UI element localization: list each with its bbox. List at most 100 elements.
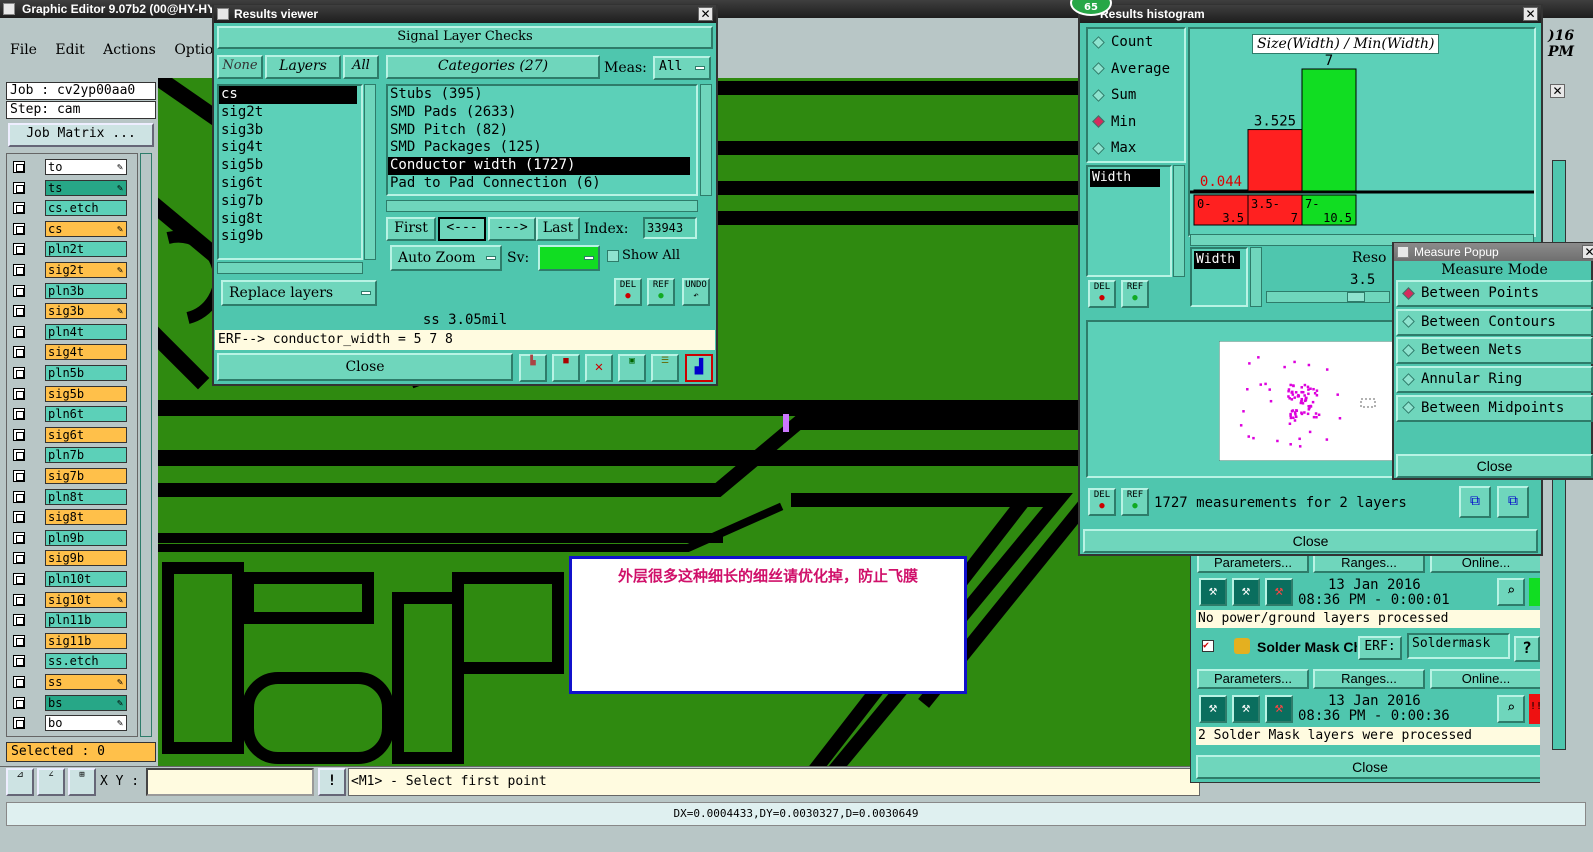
histogram-option[interactable]: Min xyxy=(1088,109,1184,136)
cl-run-icon-2a[interactable]: ⚒ xyxy=(1199,695,1227,723)
cl-online-button-2[interactable]: Online... xyxy=(1430,669,1542,689)
cl-erf-button[interactable]: ERF: xyxy=(1358,636,1402,660)
cl-erf-input[interactable]: Soldermask xyxy=(1407,633,1510,659)
layer-checkbox[interactable] xyxy=(13,449,25,462)
hist-export-icon-2[interactable]: ⧉ xyxy=(1497,486,1529,518)
rv-sv-color[interactable] xyxy=(538,245,600,271)
rv-layer-item[interactable]: sig3b xyxy=(219,122,357,140)
hist-del-button-2[interactable]: DEL ● xyxy=(1088,488,1116,516)
rv-category-item[interactable]: SMD Pitch (82) xyxy=(388,122,690,140)
histogram-option[interactable]: Sum xyxy=(1088,82,1184,109)
rv-all-button[interactable]: All xyxy=(343,55,379,79)
rv-category-scroll[interactable] xyxy=(700,84,712,196)
rv-dim-icon[interactable]: ▙ xyxy=(519,354,547,382)
measure-mode-option[interactable]: Between Points xyxy=(1396,280,1593,307)
layer-checkbox[interactable] xyxy=(13,243,25,256)
rv-layer-item[interactable]: sig4t xyxy=(219,139,357,157)
histogram-width-item[interactable]: Width xyxy=(1090,169,1160,187)
alert-icon[interactable]: ! xyxy=(318,768,346,796)
hist-ref-button-2[interactable]: REF ● xyxy=(1121,488,1149,516)
rv-prev-button[interactable]: <--- xyxy=(438,217,486,241)
rv-layer-item[interactable]: sig5b xyxy=(219,157,357,175)
layer-checkbox[interactable] xyxy=(13,470,25,482)
layer-row[interactable]: drl xyxy=(9,735,127,736)
right-close-icon[interactable]: ✕ xyxy=(1550,84,1565,98)
layer-row[interactable]: sig8t xyxy=(9,508,127,526)
layer-row[interactable]: ss ✎ xyxy=(9,673,127,691)
job-matrix-button[interactable]: Job Matrix ... xyxy=(8,123,154,147)
rv-next-button[interactable]: ---> xyxy=(488,217,536,241)
cl-help-button[interactable]: ? xyxy=(1514,636,1540,662)
rv-category-item[interactable]: Stubs (395) xyxy=(388,86,690,104)
layer-row[interactable]: cs.etch xyxy=(9,199,127,217)
histogram-field-scroll[interactable] xyxy=(1173,165,1185,277)
layer-row[interactable]: sig10t ✎ xyxy=(9,591,127,609)
measure-mode-option[interactable]: Between Contours xyxy=(1396,308,1593,336)
layer-checkbox[interactable] xyxy=(13,325,25,338)
layer-checkbox[interactable] xyxy=(13,490,25,503)
measure-mode-option[interactable]: Between Midpoints xyxy=(1396,394,1593,422)
histogram-option[interactable]: Average xyxy=(1088,56,1184,83)
layer-checkbox[interactable] xyxy=(13,634,25,647)
xy-input[interactable] xyxy=(146,768,314,796)
angle-icon[interactable]: ∠ xyxy=(37,768,65,796)
layer-checkbox[interactable] xyxy=(13,387,25,400)
rv-layer-item[interactable]: sig7b xyxy=(219,193,357,211)
layer-row[interactable]: sig4t xyxy=(9,343,127,361)
layer-row[interactable]: sig7b xyxy=(9,467,127,485)
histogram-reso-slider[interactable] xyxy=(1266,291,1390,303)
rv-del-button[interactable]: DEL ● xyxy=(614,278,642,306)
layer-checkbox[interactable] xyxy=(13,593,25,606)
layer-row[interactable]: pln10t xyxy=(9,570,127,588)
layer-row[interactable]: pln9b xyxy=(9,529,127,547)
layer-row[interactable]: ts ✎ xyxy=(9,179,127,197)
layer-checkbox[interactable] xyxy=(13,717,25,730)
rv-report-icon[interactable]: ☰ xyxy=(651,354,679,382)
layer-row[interactable]: pln3b xyxy=(9,282,127,300)
hist-ref-button-1[interactable]: REF ● xyxy=(1121,280,1149,308)
layer-row[interactable]: bo ✎ xyxy=(9,714,127,732)
cl-zoom-icon-1[interactable]: ⌕ xyxy=(1497,578,1525,606)
layer-checkbox[interactable] xyxy=(13,614,25,627)
layer-checkbox[interactable] xyxy=(13,181,25,194)
rv-step-icon[interactable]: ▣ xyxy=(618,354,646,382)
hist-del-button-1[interactable]: DEL ● xyxy=(1088,280,1116,308)
layer-row[interactable]: pln8t xyxy=(9,488,127,506)
slider-thumb[interactable] xyxy=(1347,292,1365,302)
grid-icon[interactable]: ⊞ xyxy=(68,768,96,796)
cl-ranges-button-1[interactable]: Ranges... xyxy=(1313,553,1425,573)
rv-last-button[interactable]: Last xyxy=(536,217,580,241)
layer-checkbox[interactable] xyxy=(13,676,25,688)
rv-ref-button[interactable]: REF ● xyxy=(647,278,675,306)
snap-icon[interactable]: ⊿ xyxy=(6,768,34,796)
layer-row[interactable]: sig9b xyxy=(9,549,127,567)
layer-checkbox[interactable] xyxy=(13,202,25,215)
rv-show-all-checkbox[interactable] xyxy=(607,250,619,262)
cl-online-button-1[interactable]: Online... xyxy=(1430,553,1542,573)
layer-checkbox[interactable] xyxy=(13,367,25,379)
layer-row[interactable]: cs ✎ xyxy=(9,220,127,238)
rv-exclude-icon[interactable]: ✕ xyxy=(585,354,613,382)
rv-undo-button[interactable]: UNDO ↶ xyxy=(682,278,710,306)
cl-zoom-icon-2[interactable]: ⌕ xyxy=(1497,695,1525,723)
layer-row[interactable]: pln2t xyxy=(9,240,127,258)
layer-checkbox[interactable] xyxy=(13,161,25,173)
histogram-width-item-2[interactable]: Width xyxy=(1194,251,1240,269)
rv-category-item[interactable]: Conductor width (1727) xyxy=(388,157,690,175)
layer-checkbox[interactable] xyxy=(13,655,25,668)
layer-row[interactable]: pln7b xyxy=(9,446,127,464)
layer-list-scrollbar[interactable] xyxy=(140,153,152,737)
rv-layer-item[interactable]: sig9b xyxy=(219,228,357,246)
histogram-option[interactable]: Count xyxy=(1088,29,1184,56)
layer-checkbox[interactable] xyxy=(13,573,25,585)
rv-close-button[interactable]: Close xyxy=(217,353,513,381)
hist-export-icon-1[interactable]: ⧉ xyxy=(1459,486,1491,518)
layer-checkbox[interactable] xyxy=(13,305,25,318)
close-icon[interactable]: ✕ xyxy=(1582,245,1593,259)
layer-row[interactable]: pln4t xyxy=(9,323,127,341)
histogram-close-button[interactable]: Close xyxy=(1083,529,1538,553)
rv-layer-item[interactable]: sig2t xyxy=(219,104,357,122)
cl-run-icon-1c[interactable]: ⚒ xyxy=(1265,578,1293,606)
menu-edit[interactable]: Edit xyxy=(55,42,84,58)
rv-category-hscroll[interactable] xyxy=(386,200,698,212)
